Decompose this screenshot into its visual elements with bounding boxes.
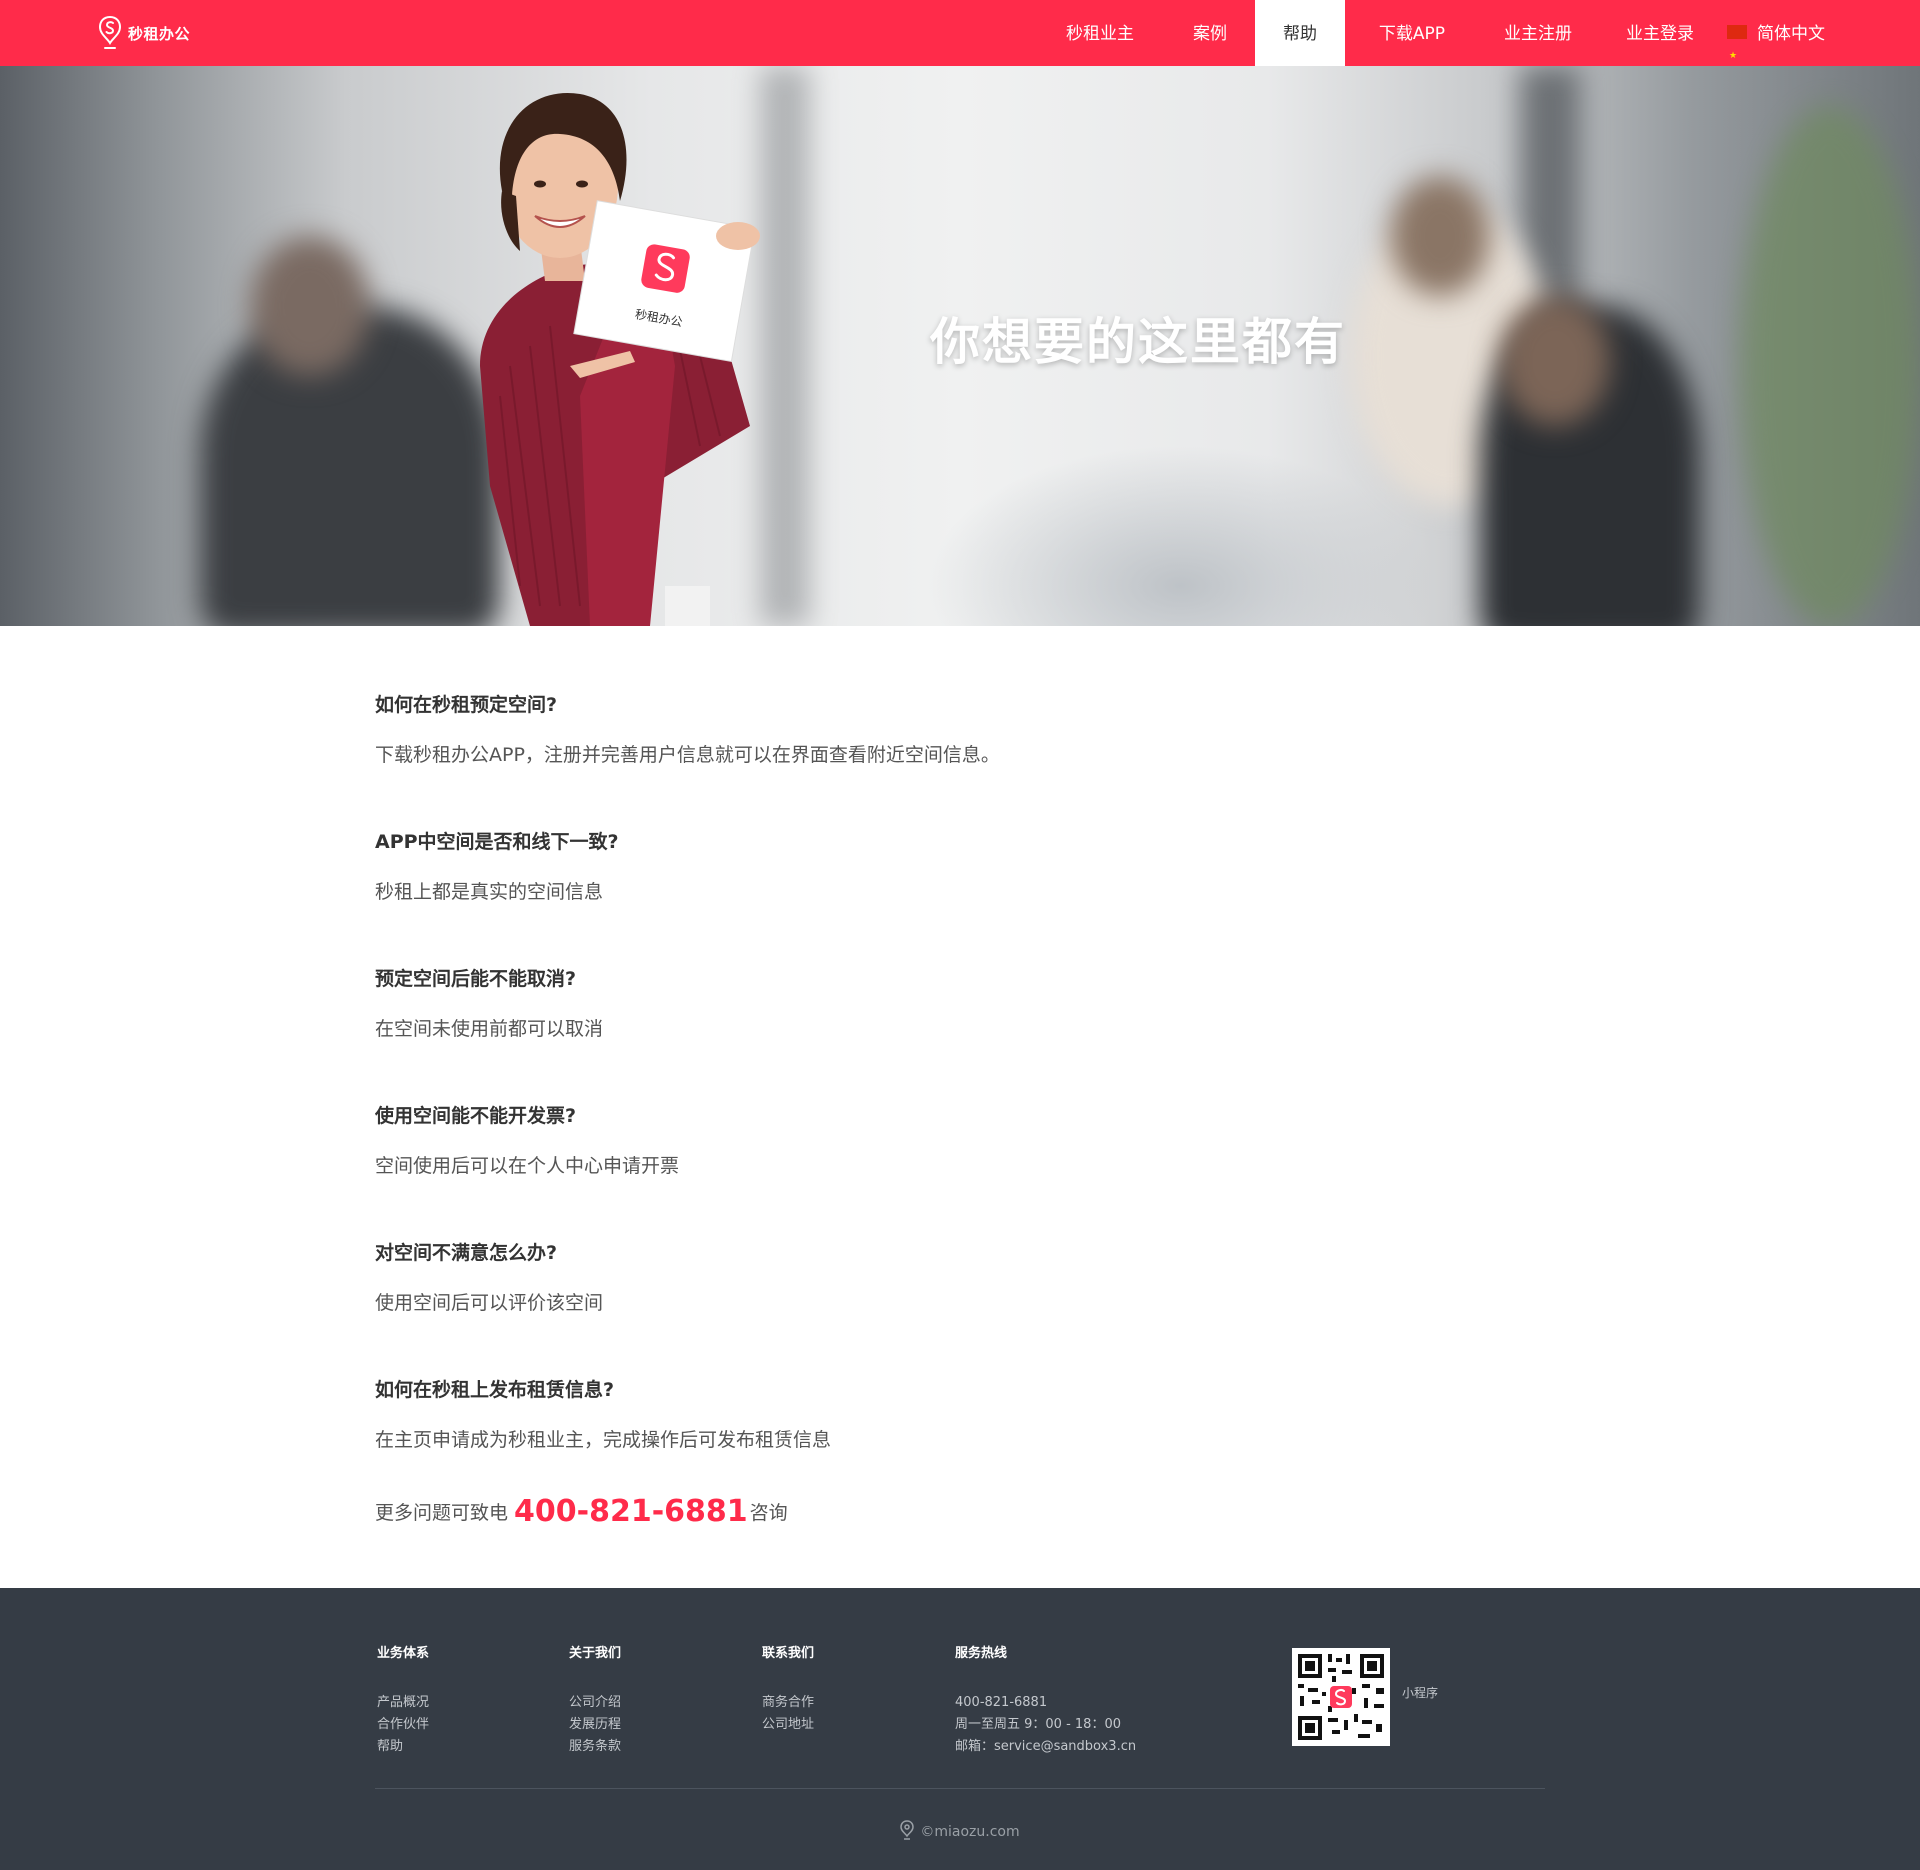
nav-owner-register[interactable]: 业主注册 <box>1488 0 1588 66</box>
copyright-text: ©miaozu.com <box>920 1824 1020 1840</box>
nav-download-app-label: 下载APP <box>1378 24 1446 44</box>
faq-question: 对空间不满意怎么办? <box>375 1242 558 1264</box>
faq-list: 如何在秒租预定空间? 下载秒租办公APP，注册并完善用户信息就可以在界面查看附近… <box>375 690 1575 1512</box>
footer-column-hotline: 服务热线 400-821-6881 周一至周五 9：00 - 18：00 邮箱：… <box>955 1646 1136 1758</box>
footer-link-partners[interactable]: 合作伙伴 <box>377 1714 429 1736</box>
faq-item: 预定空间后能不能取消? 在空间未使用前都可以取消 <box>375 964 1575 1101</box>
footer-column-title: 联系我们 <box>762 1646 815 1661</box>
contact-suffix: 咨询 <box>749 1502 788 1524</box>
contact-line: 更多问题可致电 400-821-6881 咨询 <box>375 1494 788 1529</box>
nav-download-app[interactable]: 下载APP <box>1362 0 1462 66</box>
footer-hotline-number: 400-821-6881 <box>955 1695 1048 1710</box>
footer-service-hours: 周一至周五 9：00 - 18：00 <box>955 1717 1121 1732</box>
faq-item: 如何在秒租上发布租赁信息? 在主页申请成为秒租业主，完成操作后可发布租赁信息 <box>375 1375 1575 1512</box>
faq-answer: 下载秒租办公APP，注册并完善用户信息就可以在界面查看附近空间信息。 <box>375 744 1000 766</box>
hotline-phone[interactable]: 400-821-6881 <box>514 1494 748 1529</box>
faq-item: 对空间不满意怎么办? 使用空间后可以评价该空间 <box>375 1238 1575 1375</box>
copyright: ©miaozu.com <box>0 1820 1920 1840</box>
footer-column-title: 业务体系 <box>377 1646 430 1661</box>
faq-question: 如何在秒租上发布租赁信息? <box>375 1379 615 1401</box>
china-flag-icon <box>1727 22 1747 90</box>
nav-owner[interactable]: 秒租业主 <box>1050 0 1150 66</box>
footer-link-company-address[interactable]: 公司地址 <box>762 1714 814 1736</box>
nav-cases[interactable]: 案例 <box>1170 0 1250 66</box>
nav-cases-label: 案例 <box>1193 24 1227 44</box>
footer-link-company-intro[interactable]: 公司介绍 <box>569 1692 621 1714</box>
faq-item: 使用空间能不能开发票? 空间使用后可以在个人中心申请开票 <box>375 1101 1575 1238</box>
footer-link-history[interactable]: 发展历程 <box>569 1714 621 1736</box>
footer-column-contact: 联系我们 商务合作 公司地址 <box>762 1646 814 1736</box>
background-plant <box>1740 106 1920 626</box>
qr-code-label: 小程序 <box>1402 1686 1439 1700</box>
language-label: 简体中文 <box>1757 24 1825 44</box>
hero-banner: 秒租办公 你想要的这里都有 <box>0 66 1920 626</box>
footer-column-title: 关于我们 <box>569 1646 622 1661</box>
banner-title: 你想要的这里都有 <box>930 313 1346 371</box>
mini-program-qr-code <box>1292 1648 1390 1746</box>
location-pin-icon <box>900 1820 915 1840</box>
faq-answer: 空间使用后可以在个人中心申请开票 <box>375 1155 680 1177</box>
faq-answer: 秒租上都是真实的空间信息 <box>375 881 604 903</box>
background-person-head <box>1500 296 1610 426</box>
faq-item: APP中空间是否和线下一致? 秒租上都是真实的空间信息 <box>375 827 1575 964</box>
faq-item: 如何在秒租预定空间? 下载秒租办公APP，注册并完善用户信息就可以在界面查看附近… <box>375 690 1575 827</box>
faq-answer: 在主页申请成为秒租业主，完成操作后可发布租赁信息 <box>375 1429 832 1451</box>
nav-owner-login-label: 业主登录 <box>1626 24 1694 44</box>
hero-woman-illustration: 秒租办公 <box>480 92 760 626</box>
footer-email[interactable]: 邮箱：service@sandbox3.cn <box>955 1736 1136 1758</box>
footer-link-help[interactable]: 帮助 <box>377 1736 429 1758</box>
faq-question: 如何在秒租预定空间? <box>375 694 558 716</box>
footer-link-business-cooperation[interactable]: 商务合作 <box>762 1692 814 1714</box>
nav-owner-register-label: 业主注册 <box>1504 24 1572 44</box>
language-selector[interactable]: 简体中文 <box>1726 0 1826 90</box>
nav-owner-login[interactable]: 业主登录 <box>1610 0 1710 66</box>
background-person-head <box>250 236 370 376</box>
footer: 业务体系 产品概况 合作伙伴 帮助 关于我们 公司介绍 发展历程 服务条款 联系… <box>0 1588 1920 1870</box>
footer-divider <box>375 1788 1545 1789</box>
nav-help-label: 帮助 <box>1283 24 1317 44</box>
faq-question: APP中空间是否和线下一致? <box>375 831 619 853</box>
footer-link-terms[interactable]: 服务条款 <box>569 1736 621 1758</box>
faq-answer: 使用空间后可以评价该空间 <box>375 1292 604 1314</box>
faq-question: 预定空间后能不能取消? <box>375 968 577 990</box>
faq-question: 使用空间能不能开发票? <box>375 1105 577 1127</box>
faq-answer: 在空间未使用前都可以取消 <box>375 1018 604 1040</box>
top-navbar: 秒租办公 秒租业主 案例 帮助 下载APP 业主注册 业主登录 简体中文 <box>0 0 1920 90</box>
contact-prefix: 更多问题可致电 <box>375 1502 509 1524</box>
footer-column-title: 服务热线 <box>955 1646 1008 1661</box>
nav-owner-label: 秒租业主 <box>1066 24 1134 44</box>
footer-column-about: 关于我们 公司介绍 发展历程 服务条款 <box>569 1646 621 1758</box>
nav-help[interactable]: 帮助 <box>1255 0 1345 66</box>
footer-column-business: 业务体系 产品概况 合作伙伴 帮助 <box>377 1646 429 1758</box>
main-nav: 秒租业主 案例 帮助 下载APP 业主注册 业主登录 简体中文 <box>0 0 1920 90</box>
footer-link-product-overview[interactable]: 产品概况 <box>377 1692 429 1714</box>
background-person-head <box>1390 176 1490 296</box>
